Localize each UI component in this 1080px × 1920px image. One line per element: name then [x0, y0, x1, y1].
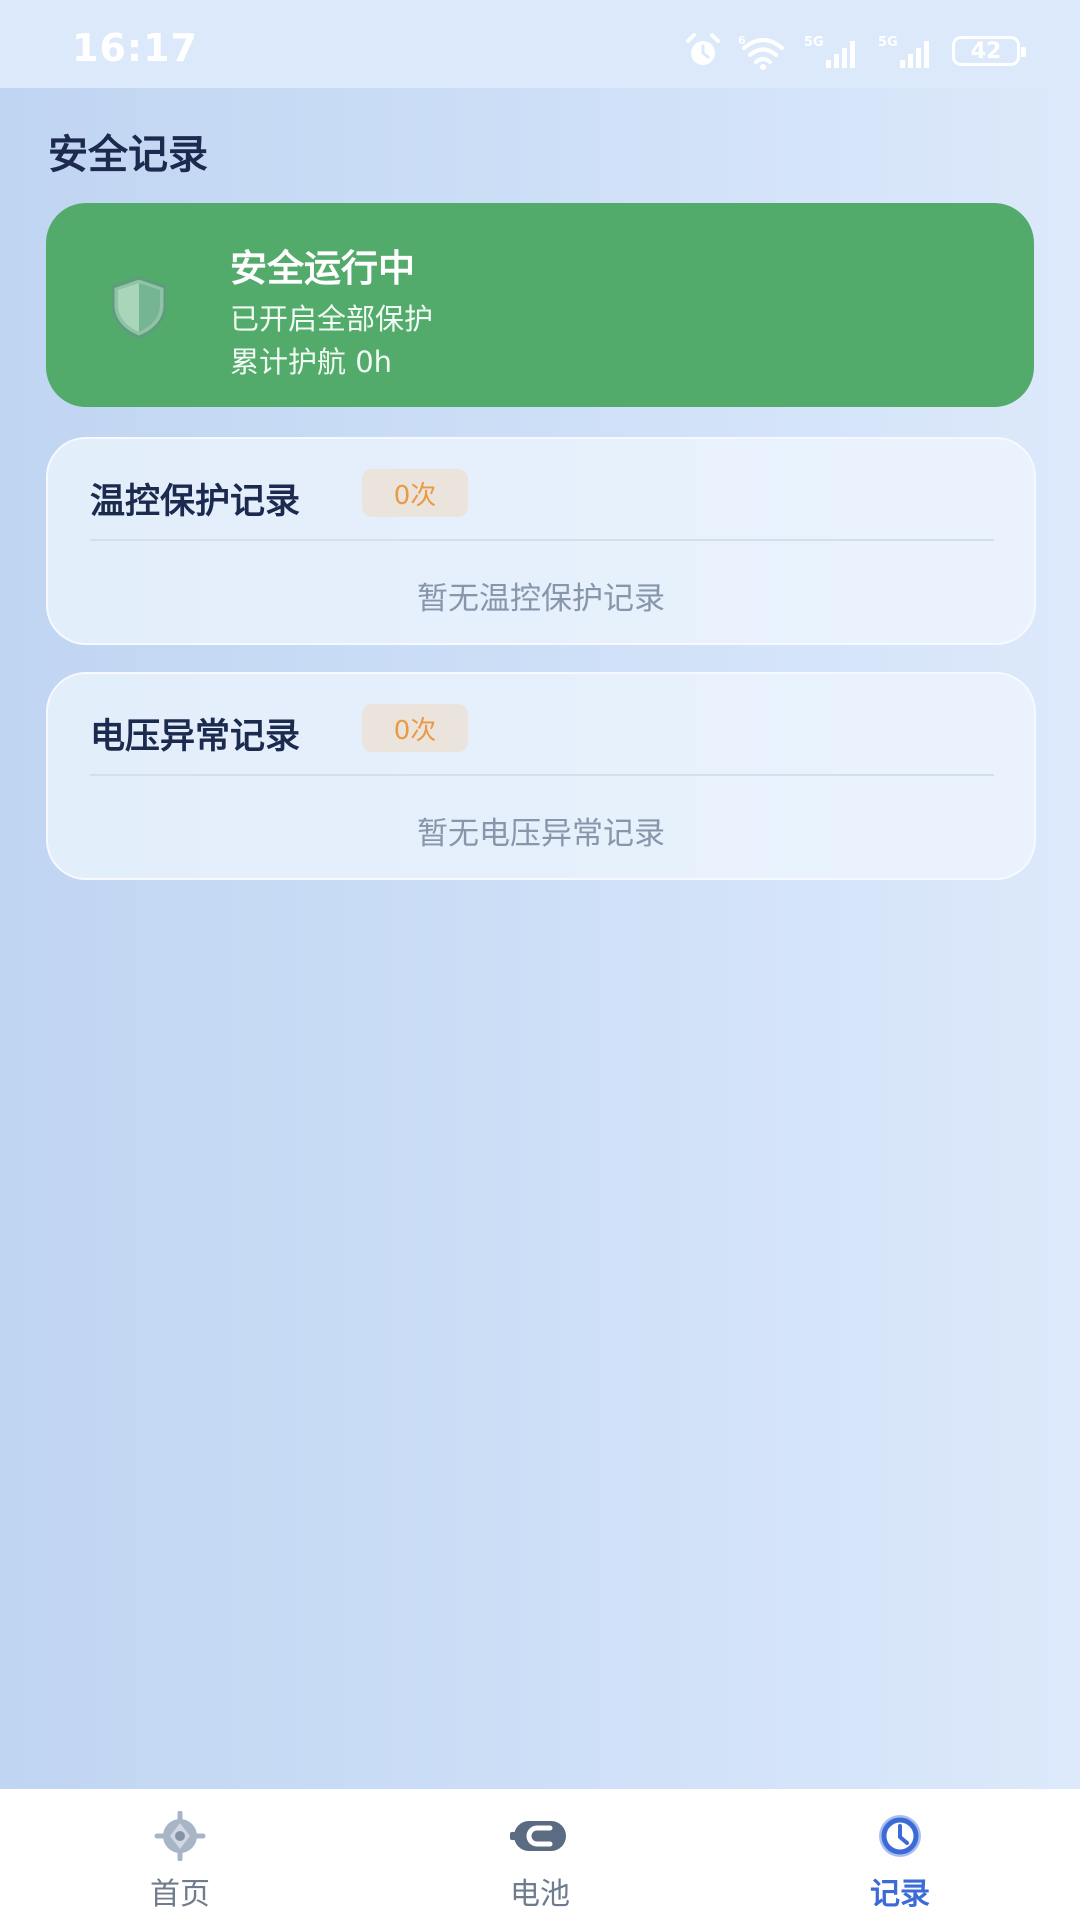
divider — [90, 774, 994, 776]
bottom-tab-bar: 首页 电池 记录 — [0, 1789, 1080, 1920]
page-title: 安全记录 — [48, 132, 208, 178]
battery-level: 42 — [970, 38, 1002, 64]
tab-home[interactable]: 首页 — [0, 1789, 360, 1920]
record-empty-text: 暂无温控保护记录 — [417, 581, 665, 617]
record-count-badge: 0次 — [362, 704, 468, 752]
record-card-title: 电压异常记录 — [90, 717, 301, 757]
home-icon — [154, 1811, 206, 1861]
protection-status-text: 已开启全部保护 — [230, 302, 434, 336]
tab-label: 首页 — [150, 1877, 210, 1912]
shield-icon — [111, 276, 167, 339]
tab-records[interactable]: 记录 — [720, 1789, 1080, 1920]
signal-5g-icon: 5G — [804, 35, 855, 68]
battery-tip — [1021, 47, 1026, 57]
record-card-title: 温控保护记录 — [90, 482, 301, 522]
temperature-record-card: 温控保护记录 0次 暂无温控保护记录 — [46, 437, 1036, 645]
svg-text:5G: 5G — [804, 35, 824, 50]
guard-duration-text: 累计护航 0h — [230, 345, 393, 379]
tab-label: 电池 — [510, 1877, 570, 1912]
record-count-badge: 0次 — [362, 469, 468, 517]
safety-status-card — [46, 203, 1034, 407]
status-time: 16:17 — [72, 26, 198, 70]
battery-plug-icon — [510, 1821, 566, 1851]
safety-status-title: 安全运行中 — [230, 247, 415, 290]
status-icons: 6 5G 5G 42 — [684, 28, 1026, 74]
tab-battery[interactable]: 电池 — [360, 1789, 720, 1920]
clock-icon — [879, 1815, 921, 1857]
divider — [90, 539, 994, 541]
svg-text:5G: 5G — [878, 35, 898, 50]
signal-5g-icon: 5G — [878, 35, 929, 68]
record-empty-text: 暂无电压异常记录 — [417, 816, 665, 852]
alarm-icon — [686, 33, 720, 65]
tab-label: 记录 — [870, 1877, 930, 1912]
wifi-icon: 6 — [738, 34, 784, 70]
voltage-record-card: 电压异常记录 0次 暂无电压异常记录 — [46, 672, 1036, 880]
battery-indicator: 42 — [952, 36, 1026, 66]
status-bar: 16:17 6 5G 5G 42 — [0, 0, 1080, 88]
